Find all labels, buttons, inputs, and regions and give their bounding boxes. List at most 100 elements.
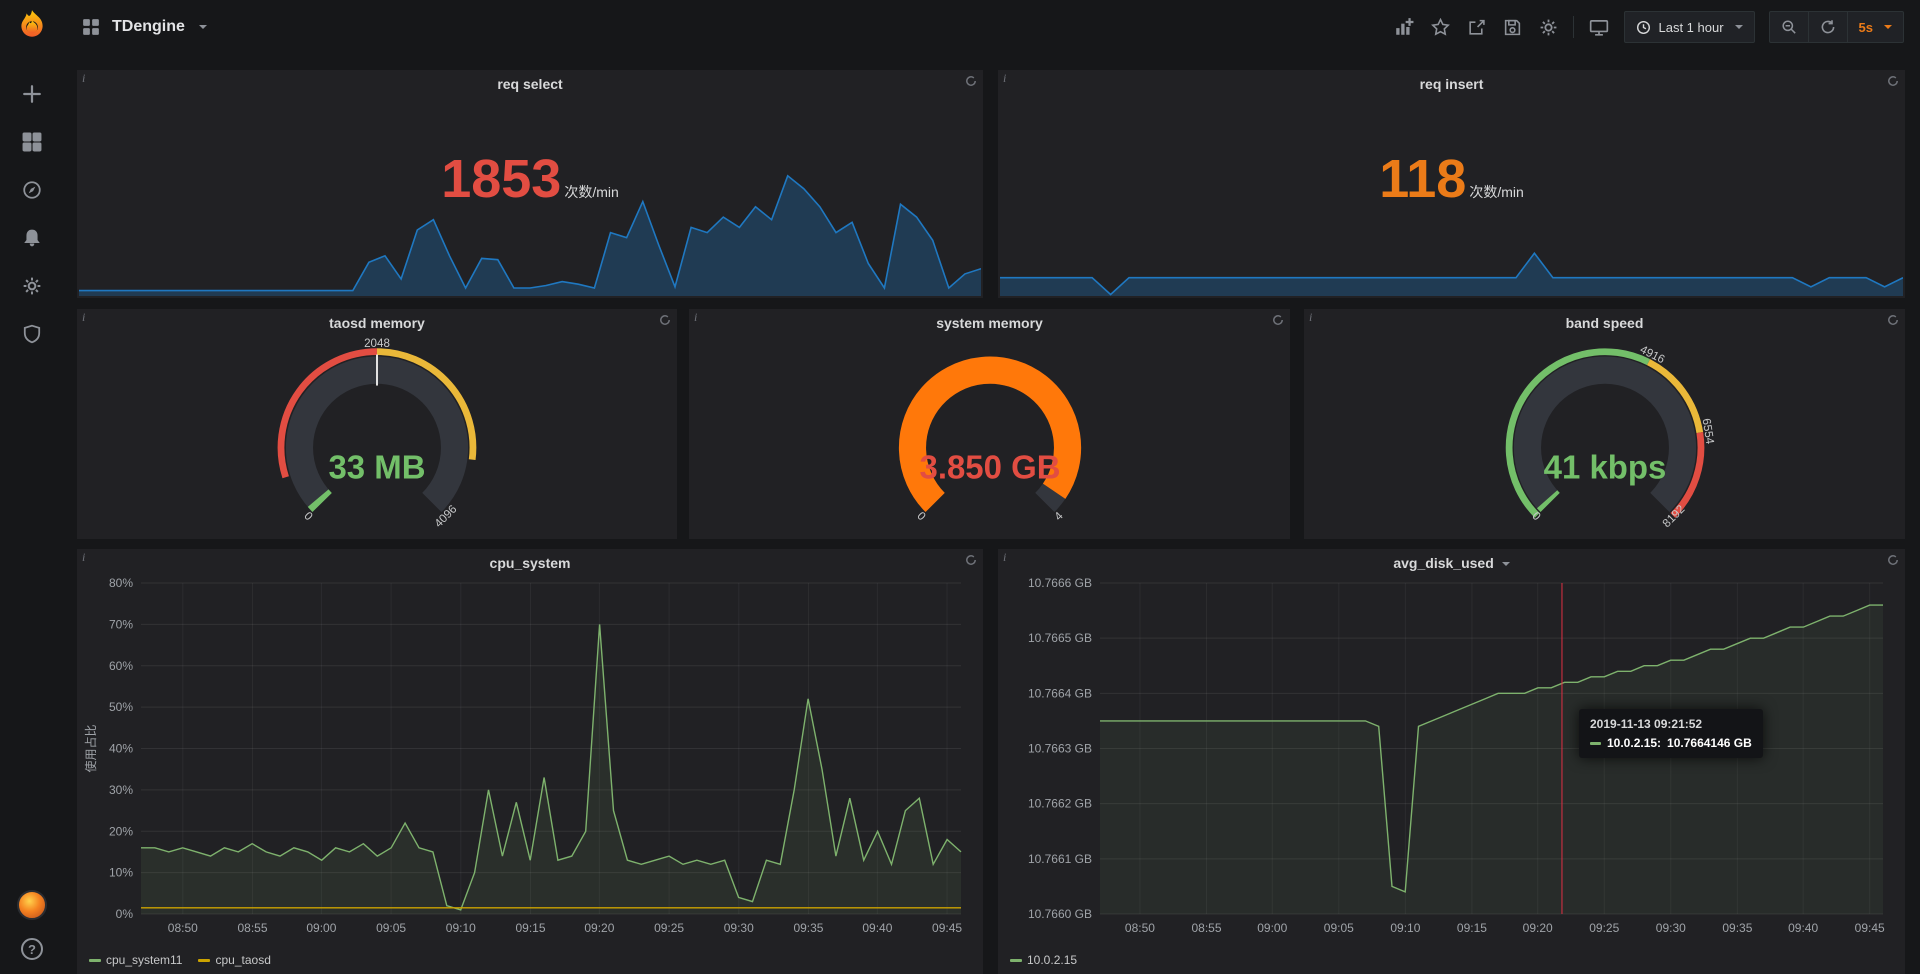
sidebar-item-create[interactable] [19,81,45,107]
panel-title[interactable]: req insert [1028,76,1875,92]
panel-taosd-memory: i taosd memory 0 2048 4096 33 MB [77,309,677,539]
panel-title[interactable]: req select [107,76,953,92]
svg-text:08:55: 08:55 [238,921,268,935]
graph-body: 08:5008:5509:0009:0509:1009:1509:2009:25… [83,575,977,970]
svg-text:4096: 4096 [432,503,459,530]
refresh-button[interactable] [1808,12,1847,42]
svg-text:09:25: 09:25 [1589,921,1619,935]
svg-text:09:15: 09:15 [1457,921,1487,935]
svg-text:4: 4 [1051,509,1065,523]
user-avatar[interactable] [17,890,47,920]
svg-text:08:50: 08:50 [168,921,198,935]
sidebar-item-server-admin[interactable] [19,321,45,347]
svg-text:09:45: 09:45 [932,921,962,935]
panel-cpu-system: i cpu_system 08:5008:5509:0009:0509:1009… [77,549,983,974]
gauge-chart: 049166554819241 kbps [1304,333,1905,537]
svg-text:30%: 30% [109,783,133,797]
svg-text:80%: 80% [109,576,133,590]
line-chart[interactable]: 08:5008:5509:0009:0509:1009:1509:2009:25… [1004,575,1899,948]
panel-info-icon[interactable]: i [1003,550,1006,565]
sidebar-item-dashboards[interactable] [19,129,45,155]
svg-text:10.7660 GB: 10.7660 GB [1028,907,1092,921]
svg-text:09:00: 09:00 [1257,921,1287,935]
panel-title[interactable]: cpu_system [107,555,953,571]
refresh-interval-button[interactable]: 5s [1847,12,1903,42]
panel-title-text: avg_disk_used [1393,555,1493,571]
zoom-refresh-group: 5s [1769,11,1904,43]
grafana-logo[interactable] [15,8,49,47]
time-range-button[interactable]: Last 1 hour [1625,12,1753,42]
panel-band-speed: i band speed 049166554819241 kbps [1304,309,1905,539]
add-panel-button[interactable] [1393,16,1415,38]
panel-info-icon[interactable]: i [82,71,85,86]
share-button[interactable] [1465,16,1487,38]
settings-gear-icon[interactable] [1537,16,1559,38]
time-range-label: Last 1 hour [1658,20,1723,35]
panel-req-insert: i req insert 118 次数/min [998,70,1905,298]
svg-text:10%: 10% [109,866,133,880]
svg-text:10.7664 GB: 10.7664 GB [1028,686,1092,700]
panel-title[interactable]: taosd memory [107,315,647,331]
dashboard-title[interactable]: TDengine [112,18,185,36]
svg-text:09:05: 09:05 [1324,921,1354,935]
svg-text:09:05: 09:05 [376,921,406,935]
panel-info-icon[interactable]: i [82,310,85,325]
panel-title[interactable]: system memory [719,315,1260,331]
legend-item[interactable]: cpu_system11 [89,953,182,967]
panel-req-select: i req select 1853 次数/min [77,70,983,298]
svg-text:09:00: 09:00 [306,921,336,935]
panel-info-icon[interactable]: i [1309,310,1312,325]
panel-title[interactable]: avg_disk_used [1028,555,1875,571]
sidebar-bottom: ? [17,890,47,960]
cycle-view-tv-button[interactable] [1588,16,1610,38]
svg-text:08:55: 08:55 [1191,921,1221,935]
svg-text:09:25: 09:25 [654,921,684,935]
legend-item[interactable]: cpu_taosd [198,953,270,967]
sidebar-item-alerting[interactable] [19,225,45,251]
sparkline-chart [1000,164,1903,296]
svg-text:10.7662 GB: 10.7662 GB [1028,797,1092,811]
graph-legend: 10.0.2.15 [1010,950,1077,970]
panel-loading-spinner [1887,553,1899,571]
sidebar: ? [0,0,64,974]
svg-text:33 MB: 33 MB [328,449,425,486]
svg-text:09:30: 09:30 [1656,921,1686,935]
zoom-out-button[interactable] [1770,12,1808,42]
save-button[interactable] [1501,16,1523,38]
svg-text:09:45: 09:45 [1855,921,1885,935]
legend-item[interactable]: 10.0.2.15 [1010,953,1077,967]
svg-text:09:40: 09:40 [862,921,892,935]
panel-loading-spinner [965,553,977,571]
svg-text:2048: 2048 [364,337,390,350]
tooltip-series-label: 10.0.2.15: [1607,736,1661,750]
sidebar-item-configuration[interactable] [19,273,45,299]
panel-loading-spinner [1887,74,1899,92]
help-icon[interactable]: ? [21,938,43,960]
svg-text:0: 0 [301,509,315,523]
panel-avg-disk-used: i avg_disk_used 08:50 08:55 09:00 09:05 09:1… [998,549,1905,974]
tooltip-series-value: 10.7664146 GB [1667,736,1752,750]
star-button[interactable] [1429,16,1451,38]
panel-info-icon[interactable]: i [82,550,85,565]
dashboard-title-caret[interactable] [199,25,207,33]
svg-text:10.7663 GB: 10.7663 GB [1028,742,1092,756]
svg-text:08:50: 08:50 [1125,921,1155,935]
svg-text:0: 0 [914,509,928,523]
panel-loading-spinner [965,74,977,92]
sidebar-item-explore[interactable] [19,177,45,203]
svg-text:40%: 40% [109,742,133,756]
panel-menu-caret[interactable] [1502,562,1510,570]
refresh-interval-label: 5s [1859,20,1873,35]
refresh-interval-caret [1884,25,1892,33]
nav-divider [1573,16,1574,38]
panel-title[interactable]: band speed [1334,315,1875,331]
gauge-chart: 0 2048 4096 33 MB [77,333,677,537]
dashboard-grid-icon[interactable] [80,16,102,38]
panel-info-icon[interactable]: i [1003,71,1006,86]
time-picker-group: Last 1 hour [1624,11,1754,43]
svg-text:10.7666 GB: 10.7666 GB [1028,576,1092,590]
panel-info-icon[interactable]: i [694,310,697,325]
svg-text:09:10: 09:10 [1390,921,1420,935]
line-chart[interactable]: 08:5008:5509:0009:0509:1009:1509:2009:25… [83,575,977,948]
refresh-icon [1820,19,1836,35]
